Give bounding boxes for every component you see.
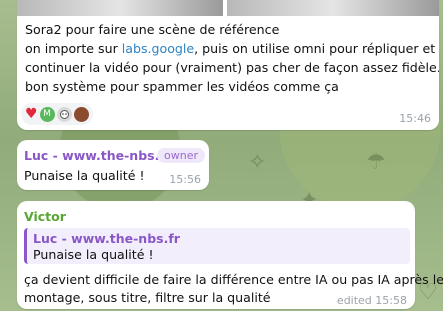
- message-text-line: Sora2 pour faire une scène de référence: [25, 22, 280, 37]
- owner-badge: owner: [157, 148, 205, 163]
- message-text: on importe sur: [25, 41, 122, 56]
- reaction-avatar-m: M: [39, 106, 55, 122]
- reactions-bar[interactable]: ♥ M: [21, 103, 93, 125]
- reaction-avatar-photo: [73, 106, 89, 122]
- image-attachment-2[interactable]: [227, 0, 439, 16]
- message-bubble-1[interactable]: Sora2 pour faire une scène de référence …: [17, 0, 439, 130]
- message-time-edited: edited 15:58: [336, 294, 407, 307]
- link-labs-google[interactable]: labs.google: [122, 41, 194, 56]
- message-text-line: montage, sous titre, filtre sur la quali…: [24, 290, 271, 305]
- heart-reaction-icon[interactable]: ♥: [25, 106, 38, 122]
- message-text-line: on importe sur labs.google, puis on util…: [25, 40, 435, 58]
- quote-sender-name: Luc - www.the-nbs.fr: [33, 231, 180, 246]
- message-text: Punaise la qualité !: [24, 168, 145, 183]
- wallpaper-doodle-umbrella: ☂: [366, 150, 386, 175]
- sender-name[interactable]: Luc - www.the-nbs.fr: [24, 148, 171, 163]
- message-text-line: ça devient difficile de faire la différe…: [24, 272, 443, 287]
- reply-quote[interactable]: Luc - www.the-nbs.fr Punaise la qualité …: [24, 228, 410, 264]
- quote-text: Punaise la qualité !: [33, 247, 154, 262]
- image-attachment-1[interactable]: [17, 0, 223, 16]
- message-time: 15:46: [399, 112, 431, 125]
- message-bubble-3[interactable]: Victor Luc - www.the-nbs.fr Punaise la q…: [17, 201, 443, 309]
- message-text: , puis on utilise omni pour répliquer et: [194, 41, 436, 56]
- message-bubble-2[interactable]: Luc - www.the-nbs.fr owner Punaise la qu…: [17, 140, 209, 190]
- sender-name[interactable]: Victor: [24, 209, 66, 224]
- message-time: 15:56: [169, 173, 201, 186]
- message-text-line: bon système pour spammer les vidéos comm…: [25, 79, 339, 94]
- wallpaper-doodle-dot: ✧: [248, 150, 267, 175]
- reaction-avatar-animal: [56, 106, 72, 122]
- message-text-line: continuer la vidéo pour (vraiment) pas c…: [25, 60, 439, 75]
